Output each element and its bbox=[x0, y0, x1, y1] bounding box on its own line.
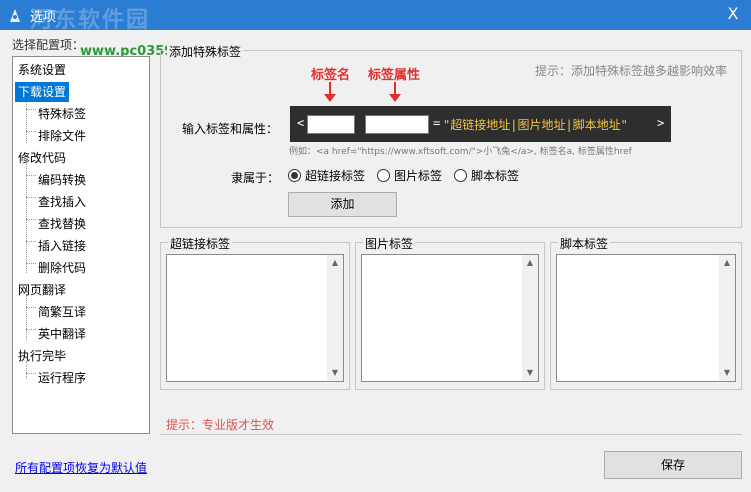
scroll-up-icon[interactable]: ▲ bbox=[522, 255, 538, 271]
tree-item-system-settings[interactable]: 系统设置 bbox=[15, 60, 69, 80]
scrollbar[interactable]: ▲ ▼ bbox=[327, 255, 343, 381]
annotation-arrow-icon bbox=[389, 82, 401, 102]
tree-item-simp-trad[interactable]: 简繁互译 bbox=[35, 302, 89, 322]
hyperlink-tags-title: 超链接标签 bbox=[168, 235, 233, 252]
scrollbar[interactable]: ▲ ▼ bbox=[719, 255, 735, 381]
radio-image[interactable]: 图片标签 bbox=[377, 168, 442, 184]
tree-line bbox=[26, 295, 27, 341]
tree-item-en-zh[interactable]: 英中翻译 bbox=[35, 324, 89, 344]
radio-unchecked-icon[interactable] bbox=[377, 169, 390, 182]
efficiency-hint: 提示：添加特殊标签越多越影响效率 bbox=[534, 64, 727, 78]
pro-version-hint: 提示：专业版才生效 bbox=[166, 418, 275, 432]
divider bbox=[160, 434, 742, 435]
hyperlink-tags-list[interactable]: ▲ ▼ bbox=[166, 254, 344, 382]
app-icon bbox=[10, 9, 20, 22]
annotation-arrow-icon bbox=[324, 82, 336, 102]
belong-label: 隶属于： bbox=[231, 171, 280, 185]
tree-item-exclude-files[interactable]: 排除文件 bbox=[35, 126, 89, 146]
tree-item-encoding-convert[interactable]: 编码转换 bbox=[35, 170, 89, 190]
save-button[interactable]: 保存 bbox=[604, 451, 742, 479]
tree-item-find-replace[interactable]: 查找替换 bbox=[35, 214, 89, 234]
tree-item-find-insert[interactable]: 查找插入 bbox=[35, 192, 89, 212]
tree-line bbox=[26, 97, 27, 143]
window-title: 选项 bbox=[30, 10, 57, 25]
add-tag-group-title: 添加特殊标签 bbox=[167, 43, 244, 60]
tree-item-insert-link[interactable]: 插入链接 bbox=[35, 236, 89, 256]
tag-attr-input[interactable] bbox=[365, 115, 429, 134]
scrollbar[interactable]: ▲ ▼ bbox=[522, 255, 538, 381]
tree-item-download-settings[interactable]: 下载设置 bbox=[15, 82, 70, 102]
reset-defaults-link[interactable]: 所有配置项恢复为默认值 bbox=[15, 459, 147, 476]
annotation-tag-name: 标签名 bbox=[311, 68, 351, 83]
radio-checked-icon[interactable] bbox=[288, 169, 301, 182]
tree-item-run-program[interactable]: 运行程序 bbox=[35, 368, 89, 388]
scroll-up-icon[interactable]: ▲ bbox=[327, 255, 343, 271]
scroll-down-icon[interactable]: ▼ bbox=[327, 365, 343, 381]
tree-item-modify-code[interactable]: 修改代码 bbox=[15, 148, 69, 168]
title-bar: 河东软件园 选项 X bbox=[0, 0, 751, 33]
radio-unchecked-icon[interactable] bbox=[454, 169, 467, 182]
script-tags-title: 脚本标签 bbox=[558, 235, 611, 252]
tree-item-delete-code[interactable]: 删除代码 bbox=[35, 258, 89, 278]
config-label: 选择配置项： bbox=[12, 38, 85, 52]
input-tag-label: 输入标签和属性： bbox=[182, 122, 279, 136]
close-button[interactable]: X bbox=[723, 4, 743, 23]
code-close-bracket: > bbox=[657, 116, 665, 130]
tree-item-web-translate[interactable]: 网页翻译 bbox=[15, 280, 69, 300]
radio-hyperlink[interactable]: 超链接标签 bbox=[288, 168, 365, 184]
config-tree[interactable]: 系统设置 下载设置 特殊标签 排除文件 修改代码 编码转换 查找插入 查找替换 … bbox=[12, 56, 150, 434]
tag-name-input[interactable] bbox=[307, 115, 355, 134]
code-equals: = bbox=[433, 116, 441, 130]
radio-script[interactable]: 脚本标签 bbox=[454, 168, 519, 184]
scroll-up-icon[interactable]: ▲ bbox=[719, 255, 735, 271]
example-text: 例如：<a href="https://www.xftsoft.com/">小飞… bbox=[289, 147, 632, 157]
scroll-down-icon[interactable]: ▼ bbox=[719, 365, 735, 381]
scroll-down-icon[interactable]: ▼ bbox=[522, 365, 538, 381]
code-open-bracket: < bbox=[297, 116, 305, 130]
image-tags-title: 图片标签 bbox=[363, 235, 416, 252]
tree-item-special-tags[interactable]: 特殊标签 bbox=[35, 104, 89, 124]
annotation-tag-attr: 标签属性 bbox=[368, 68, 421, 83]
code-attr-values: "超链接地址|图片地址|脚本地址" bbox=[443, 118, 628, 132]
add-button[interactable]: 添加 bbox=[288, 192, 397, 217]
script-tags-list[interactable]: ▲ ▼ bbox=[556, 254, 736, 382]
tag-code-box: < = "超链接地址|图片地址|脚本地址" > bbox=[290, 106, 671, 142]
image-tags-list[interactable]: ▲ ▼ bbox=[361, 254, 539, 382]
tree-line bbox=[26, 163, 27, 273]
tree-item-on-complete[interactable]: 执行完毕 bbox=[15, 346, 69, 366]
